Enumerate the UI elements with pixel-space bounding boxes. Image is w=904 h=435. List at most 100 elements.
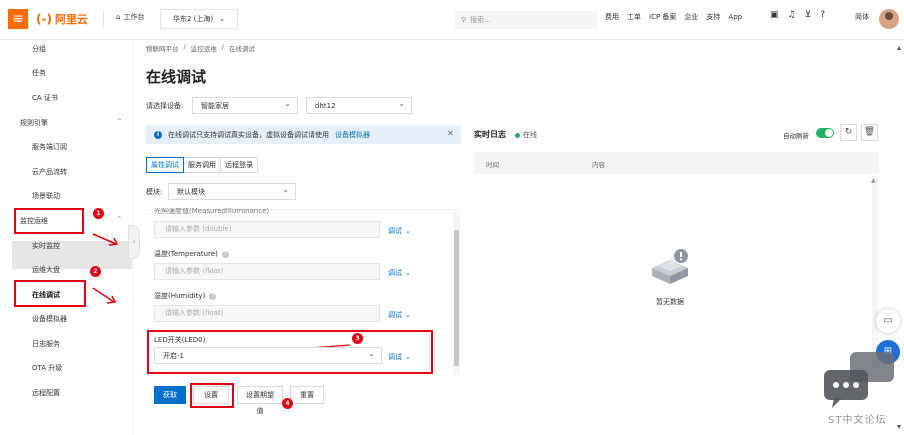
temperature-debug-button[interactable]: 调试 ⌄: [388, 268, 411, 278]
property-label-illuminance: 光照强度值(MeasuredIlluminance): [154, 208, 269, 214]
sidebar-collapse-handle[interactable]: ‹: [128, 225, 140, 259]
sidebar-item-log-service[interactable]: 日志服务: [32, 337, 60, 351]
sidebar-item-group[interactable]: 分组: [32, 42, 46, 56]
help-icon[interactable]: ?: [820, 10, 825, 20]
temperature-input[interactable]: 请输入参数 (float): [154, 263, 380, 280]
breadcrumb-sep: /: [221, 43, 224, 51]
led-switch-select[interactable]: 开启-1 ⌄: [154, 347, 382, 364]
search-box[interactable]: ⚲ 搜索...: [455, 11, 597, 29]
refresh-icon[interactable]: ↻: [840, 124, 857, 141]
close-icon[interactable]: ✕: [447, 129, 454, 138]
chevron-down-icon: ⌄: [368, 349, 375, 358]
reset-button[interactable]: 重置: [290, 386, 324, 404]
chevron-down-icon: ⌄: [405, 227, 411, 235]
chevron-down-icon: ⌄: [405, 311, 411, 319]
bell-icon[interactable]: ♫: [788, 10, 796, 20]
sidebar-item-cloud-forwarding[interactable]: 云产品流转: [32, 165, 67, 179]
led-debug-button[interactable]: 调试 ⌄: [388, 352, 411, 362]
annotation-badge-2: 2: [90, 266, 101, 277]
chevron-down-icon: ⌄: [282, 185, 289, 194]
product-select[interactable]: 智能家居 ⌄: [192, 97, 298, 114]
notice-banner: i 在线调试只支持调试真实设备，虚拟设备调试请使用 设备模拟器: [146, 125, 461, 144]
property-label-temperature: 温度(Temperature) ?: [154, 249, 229, 259]
region-selector[interactable]: 华东2 (上海) ⌄: [160, 9, 238, 29]
tab-remote-login[interactable]: 远程登录: [220, 157, 258, 173]
module-label: 模块:: [146, 188, 163, 196]
chat-icon[interactable]: ▭: [876, 309, 900, 333]
breadcrumb: 物联网平台 / 监控运维 / 在线调试: [146, 43, 255, 53]
auto-refresh-label: 自动刷新: [783, 132, 809, 140]
sidebar-item-device-simulator[interactable]: 设备模拟器: [32, 312, 67, 326]
property-scrollbar-thumb[interactable]: [454, 230, 459, 366]
chevron-up-icon[interactable]: ⌃: [116, 117, 123, 126]
online-dot-icon: [515, 132, 520, 138]
nav-support[interactable]: 支持: [706, 12, 720, 22]
breadcrumb-ops[interactable]: 监控运维: [191, 43, 217, 53]
illuminance-input[interactable]: 请输入参数 (double): [154, 221, 380, 238]
divider: [103, 10, 104, 28]
breadcrumb-sep: /: [183, 43, 186, 51]
nav-enterprise[interactable]: 企业: [684, 12, 698, 22]
logo[interactable]: (-) 阿里云: [36, 10, 88, 28]
annotation-box-online-debug: [14, 280, 86, 307]
annotation-badge-1: 1: [93, 208, 104, 219]
device-simulator-link[interactable]: 设备模拟器: [335, 130, 370, 140]
scroll-up-icon[interactable]: ▲: [871, 177, 876, 184]
humidity-debug-button[interactable]: 调试 ⌄: [388, 310, 411, 320]
workbench-label: 工作台: [123, 13, 145, 21]
device-select[interactable]: dht12 ⌄: [306, 97, 412, 114]
empty-text: 暂无数据: [656, 298, 684, 306]
breadcrumb-current: 在线调试: [228, 45, 255, 53]
nav-icp[interactable]: ICP 备案: [649, 12, 676, 22]
sidebar-item-scene-linkage[interactable]: 场景联动: [32, 189, 60, 203]
workbench-link[interactable]: ⌂ 工作台: [116, 12, 144, 22]
sidebar-item-ca-cert[interactable]: CA 证书: [32, 91, 58, 105]
device-select-label: 请选择设备:: [146, 102, 184, 110]
sidebar-item-ops-dashboard[interactable]: 运维大盘: [32, 263, 60, 277]
tab-service-call[interactable]: 服务调用: [183, 157, 221, 173]
help-icon[interactable]: ?: [221, 250, 229, 258]
humidity-input[interactable]: 请输入参数 (float): [154, 305, 380, 322]
auto-refresh-toggle[interactable]: [816, 128, 834, 138]
nav-fees[interactable]: 费用: [605, 12, 619, 22]
product-select-value: 智能家居: [201, 101, 229, 110]
set-expected-button[interactable]: 设置期望值: [237, 386, 283, 415]
cart-icon[interactable]: ⊻: [805, 10, 812, 20]
chevron-down-icon: ⌄: [405, 269, 411, 277]
property-label-text: 光照强度值(MeasuredIlluminance): [154, 208, 270, 214]
nav-app[interactable]: App: [728, 13, 742, 21]
trash-icon[interactable]: 🗑: [861, 124, 878, 141]
chevron-up-icon[interactable]: ⌃: [116, 215, 123, 224]
get-button[interactable]: 获取: [154, 386, 186, 404]
breadcrumb-iot[interactable]: 物联网平台: [146, 43, 179, 53]
logo-text: 阿里云: [54, 13, 88, 26]
log-scrollbar[interactable]: [872, 176, 878, 366]
log-column-time: 时间: [486, 161, 499, 169]
sidebar-group-rules[interactable]: 规则引擎: [20, 116, 48, 130]
log-title: 实时日志: [474, 130, 506, 139]
terminal-icon[interactable]: ▣: [770, 10, 779, 20]
illuminance-debug-button[interactable]: 调试 ⌄: [388, 226, 411, 236]
annotation-box-set: [190, 383, 234, 408]
led-label: LED开关(LED0): [154, 336, 206, 344]
sidebar-item-remote-config[interactable]: 远程配置: [32, 386, 60, 400]
tab-property-debug[interactable]: 属性调试: [146, 157, 184, 173]
sidebar-item-task[interactable]: 任务: [32, 66, 46, 80]
annotation-box-ops-group: [14, 208, 84, 234]
log-status-text: 在线: [523, 131, 537, 139]
help-icon[interactable]: ?: [209, 292, 217, 300]
module-select[interactable]: 默认模块 ⌄: [168, 183, 296, 200]
chevron-down-icon: ⌄: [284, 99, 291, 108]
nav-tickets[interactable]: 工单: [627, 12, 641, 22]
sidebar-active-highlight: [12, 241, 133, 269]
module-select-value: 默认模块: [177, 187, 205, 196]
top-bar: ≡ (-) 阿里云 ⌂ 工作台 华东2 (上海) ⌄ ⚲ 搜索... 费用 工单…: [0, 0, 904, 40]
sidebar-item-ota[interactable]: OTA 升级: [32, 361, 62, 375]
debug-label: 调试: [388, 353, 402, 361]
sidebar-item-server-subscription[interactable]: 服务端订阅: [32, 140, 67, 154]
avatar[interactable]: [879, 9, 899, 29]
language-switch[interactable]: 简体: [855, 12, 869, 22]
sidebar-item-realtime-monitor[interactable]: 实时监控: [32, 239, 60, 253]
watermark-text: ST中文论坛: [828, 415, 887, 426]
menu-icon[interactable]: ≡: [8, 9, 28, 29]
